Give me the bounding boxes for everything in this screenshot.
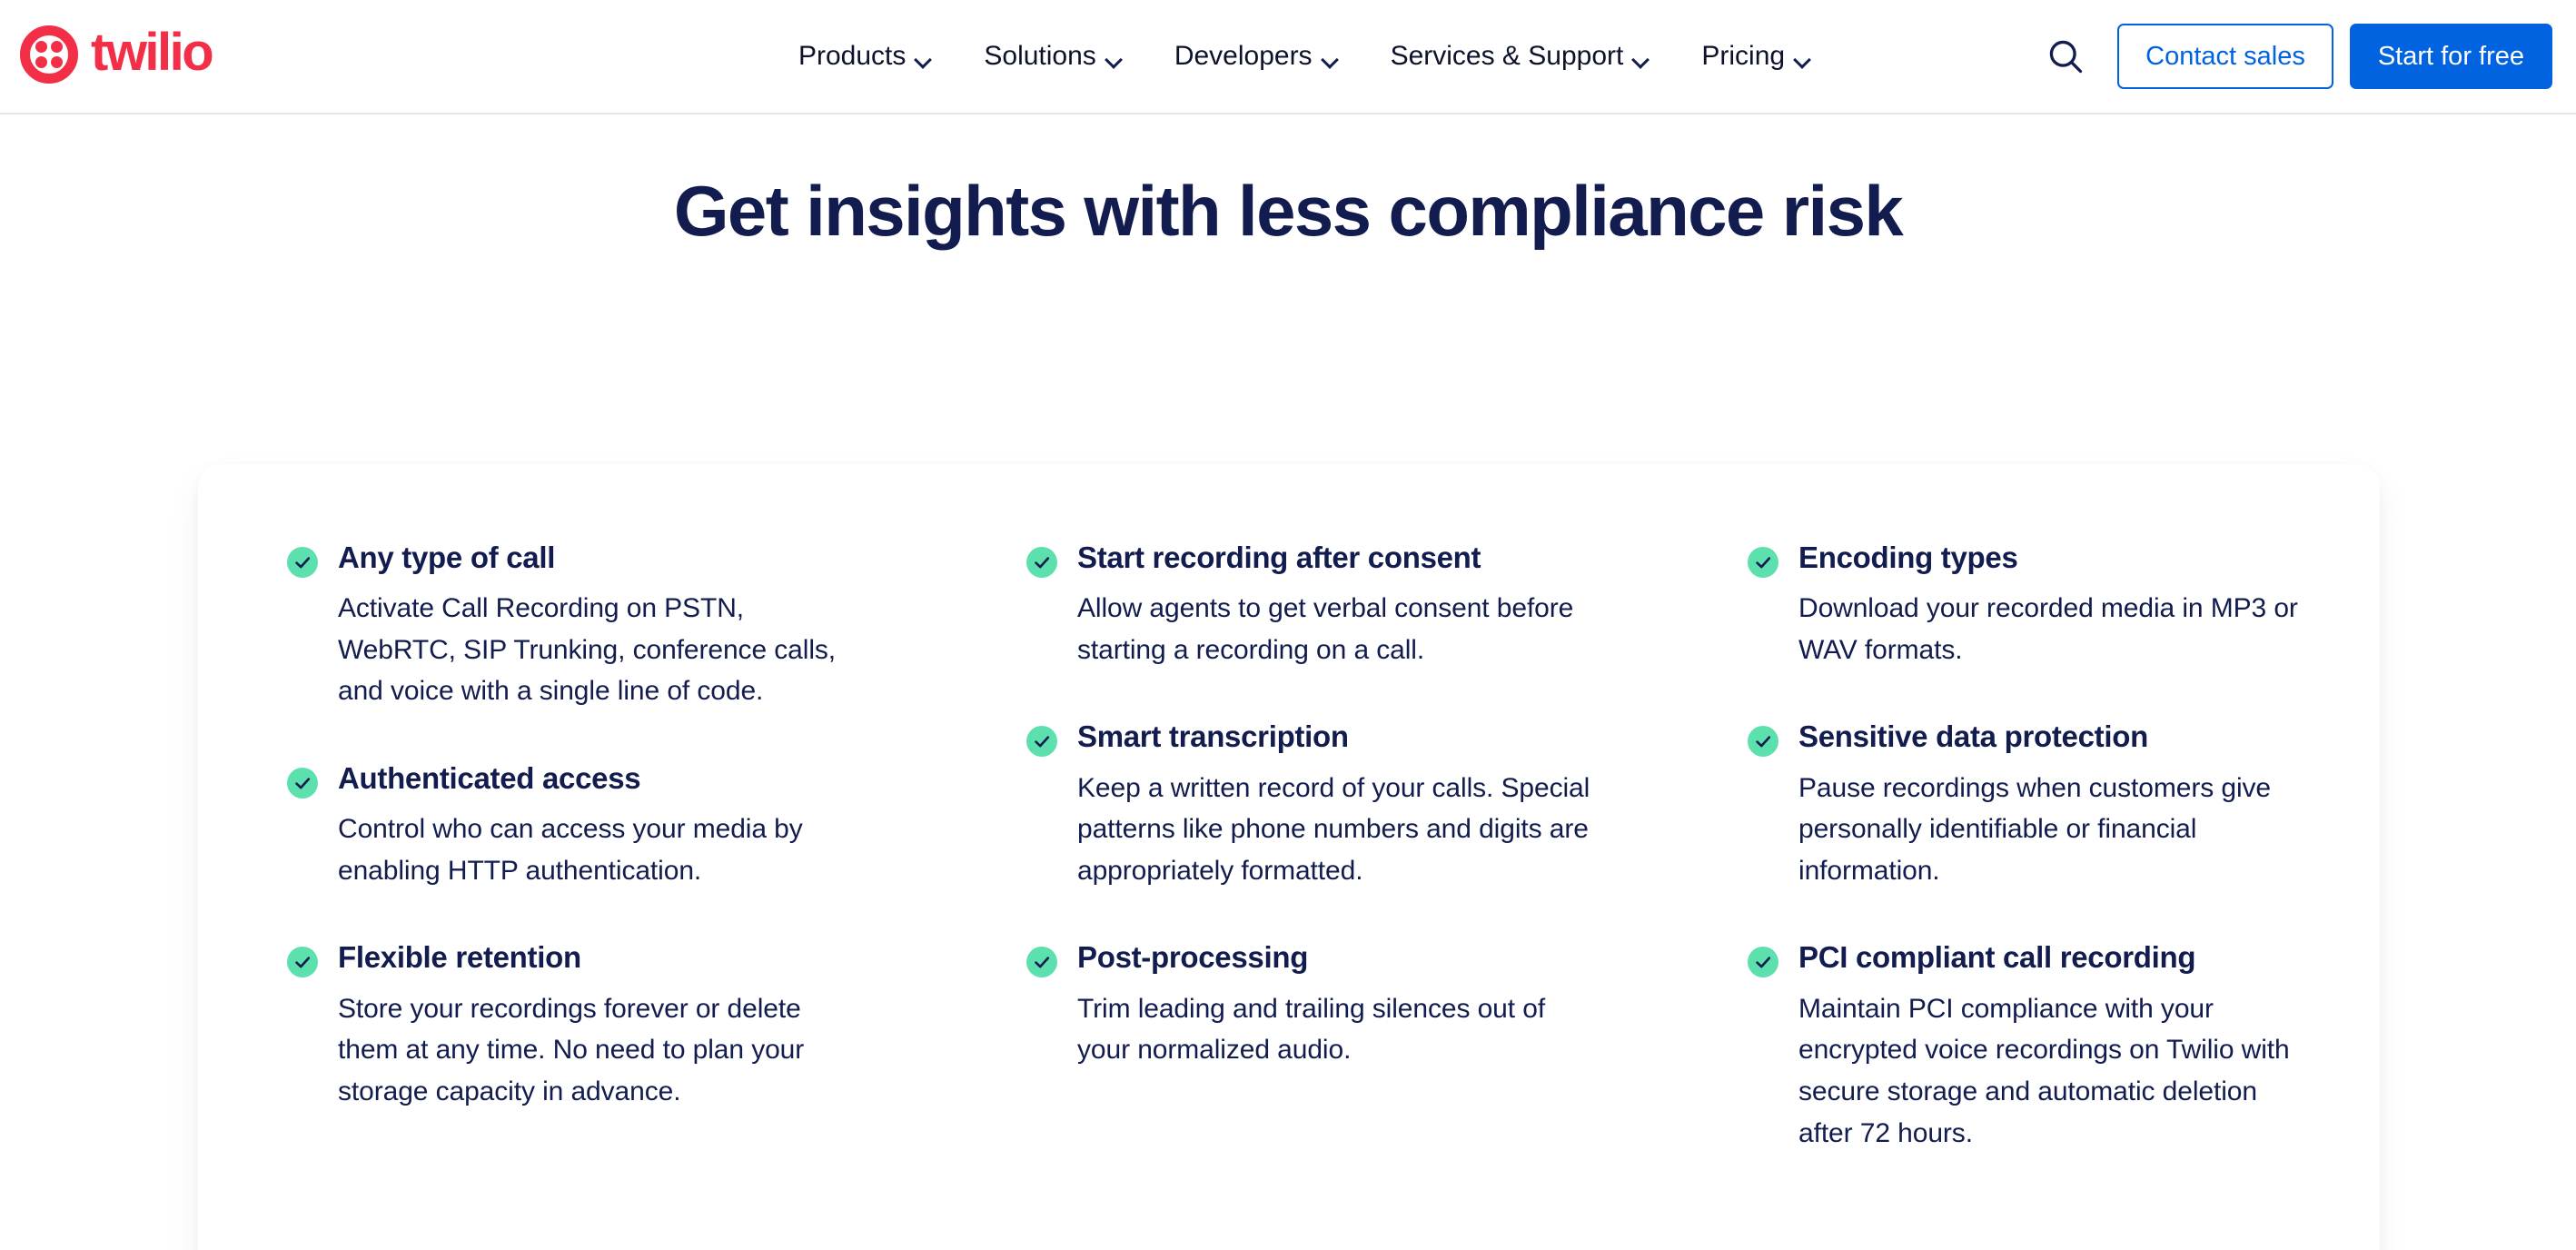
feature-item: Smart transcription Keep a written recor…: [1026, 718, 1593, 891]
feature-body: Start recording after consent Allow agen…: [1077, 539, 1593, 670]
nav-item-label: Developers: [1174, 41, 1313, 71]
feature-item: Encoding types Download your recorded me…: [1748, 539, 2314, 670]
check-circle-icon: [1748, 947, 1778, 978]
feature-description: Store your recordings forever or delete …: [338, 993, 805, 1106]
nav-item-services-support[interactable]: Services & Support: [1364, 0, 1676, 113]
feature-title: Authenticated access: [338, 761, 641, 796]
feature-body: Smart transcription Keep a written recor…: [1077, 718, 1593, 891]
feature-title: Start recording after consent: [1077, 541, 1481, 574]
feature-item: PCI compliant call recording Maintain PC…: [1748, 938, 2314, 1154]
feature-title: Post-processing: [1077, 940, 1309, 975]
feature-item: Flexible retention Store your recordings…: [287, 938, 854, 1112]
contact-sales-button[interactable]: Contact sales: [2117, 24, 2333, 89]
header-actions: Contact sales Start for free: [2036, 0, 2552, 113]
feature-description: Keep a written record of your calls. Spe…: [1077, 772, 1590, 886]
feature-description: Trim leading and trailing silences out o…: [1077, 993, 1546, 1066]
nav-item-solutions[interactable]: Solutions: [957, 0, 1147, 113]
nav-item-developers[interactable]: Developers: [1148, 0, 1364, 113]
start-for-free-button[interactable]: Start for free: [2349, 24, 2552, 89]
feature-description: Activate Call Recording on PSTN, WebRTC,…: [338, 593, 837, 707]
feature-body: Authenticated access Control who can acc…: [338, 759, 854, 891]
check-circle-icon: [1748, 726, 1778, 758]
features-column-3: Encoding types Download your recorded me…: [1693, 539, 2380, 1250]
check-circle-icon: [287, 768, 318, 799]
nav-item-label: Pricing: [1701, 41, 1786, 71]
primary-navigation: Products Solutions Developers Services &…: [772, 0, 1837, 113]
site-header: twilio Products Solutions Developers Ser…: [0, 0, 2576, 114]
chevron-down-icon: [1323, 54, 1338, 63]
search-icon: [2049, 40, 2083, 74]
check-circle-icon: [1748, 547, 1778, 578]
chevron-down-icon: [1633, 54, 1649, 63]
chevron-down-icon: [916, 54, 931, 63]
logo-dot-bottom-left: [35, 56, 47, 68]
features-column-1: Any type of call Activate Call Recording…: [198, 539, 963, 1250]
features-column-2: Start recording after consent Allow agen…: [963, 539, 1693, 1250]
search-button[interactable]: [2036, 26, 2095, 86]
feature-title: Smart transcription: [1077, 719, 1349, 754]
features-card: Any type of call Activate Call Recording…: [198, 464, 2380, 1250]
feature-title: Any type of call: [338, 541, 556, 574]
nav-item-pricing[interactable]: Pricing: [1675, 0, 1837, 113]
feature-body: Encoding types Download your recorded me…: [1798, 539, 2314, 670]
twilio-wordmark: twilio: [91, 23, 214, 82]
feature-body: PCI compliant call recording Maintain PC…: [1798, 938, 2314, 1154]
feature-description: Download your recorded media in MP3 or W…: [1798, 593, 2298, 665]
twilio-logo-mark: [20, 25, 78, 84]
main-content: Get insights with less compliance risk A…: [0, 114, 2576, 1250]
nav-item-label: Products: [798, 41, 907, 71]
feature-item: Sensitive data protection Pause recordin…: [1748, 718, 2314, 891]
nav-item-label: Services & Support: [1390, 41, 1624, 71]
feature-title: Encoding types: [1798, 541, 2018, 574]
check-circle-icon: [287, 547, 318, 578]
logo-dot-top-left: [35, 41, 47, 53]
check-circle-icon: [1026, 726, 1057, 758]
feature-item: Start recording after consent Allow agen…: [1026, 539, 1593, 670]
feature-item: Post-processing Trim leading and trailin…: [1026, 938, 1593, 1070]
logo-dot-bottom-right: [51, 56, 63, 68]
feature-title: Sensitive data protection: [1798, 719, 2148, 754]
twilio-logo[interactable]: twilio: [20, 23, 214, 84]
logo-dot-top-right: [51, 41, 63, 53]
feature-body: Any type of call Activate Call Recording…: [338, 539, 854, 712]
feature-description: Pause recordings when customers give per…: [1798, 772, 2271, 886]
check-circle-icon: [1026, 947, 1057, 978]
nav-item-products[interactable]: Products: [772, 0, 957, 113]
check-circle-icon: [1026, 547, 1057, 578]
feature-item: Any type of call Activate Call Recording…: [287, 539, 854, 712]
feature-body: Post-processing Trim leading and trailin…: [1077, 938, 1593, 1070]
feature-description: Control who can access your media by ena…: [338, 814, 803, 886]
feature-description: Allow agents to get verbal consent befor…: [1077, 593, 1574, 665]
chevron-down-icon: [1795, 54, 1810, 63]
page-title: Get insights with less compliance risk: [673, 171, 1904, 251]
feature-title: PCI compliant call recording: [1798, 940, 2196, 975]
check-circle-icon: [287, 947, 318, 978]
feature-body: Sensitive data protection Pause recordin…: [1798, 718, 2314, 891]
nav-item-label: Solutions: [984, 41, 1096, 71]
feature-title: Flexible retention: [338, 940, 581, 975]
feature-body: Flexible retention Store your recordings…: [338, 938, 854, 1112]
chevron-down-icon: [1106, 54, 1122, 63]
feature-description: Maintain PCI compliance with your encryp…: [1798, 993, 2290, 1148]
feature-item: Authenticated access Control who can acc…: [287, 759, 854, 891]
